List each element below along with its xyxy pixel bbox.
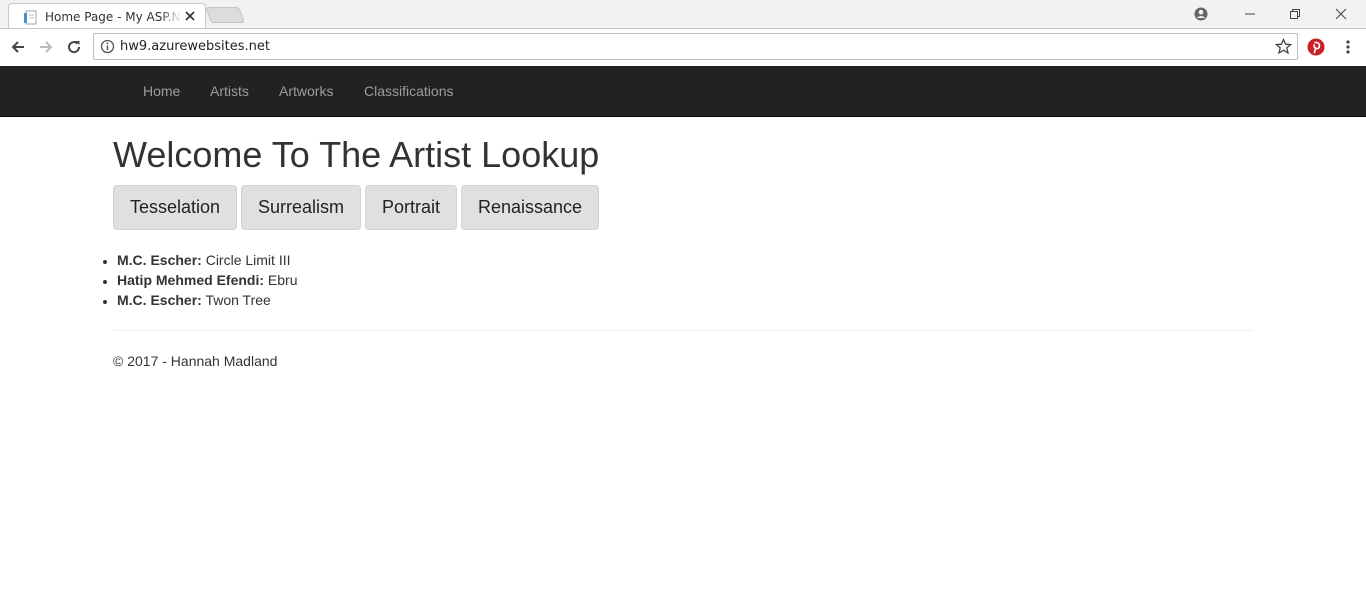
back-arrow-icon[interactable] [7, 36, 29, 58]
tab-title: Home Page - My ASP.NET Application [45, 10, 181, 24]
browser-toolbar: hw9.azurewebsites.net [0, 29, 1366, 66]
nav-link-home[interactable]: Home [143, 83, 180, 99]
minimize-icon[interactable] [1239, 4, 1261, 24]
artist-name: M.C. Escher: [117, 252, 202, 268]
new-tab-button[interactable] [205, 7, 245, 23]
site-navbar: Home Artists Artworks Classifications [0, 66, 1366, 117]
restore-icon[interactable] [1284, 4, 1306, 24]
close-window-icon[interactable] [1330, 4, 1352, 24]
nav-link-classifications[interactable]: Classifications [364, 83, 453, 99]
profile-icon[interactable] [1190, 4, 1212, 24]
page-icon [24, 10, 37, 25]
footer-divider [113, 330, 1253, 331]
url-text[interactable]: hw9.azurewebsites.net [120, 39, 270, 54]
reload-icon[interactable] [63, 36, 85, 58]
list-item: M.C. Escher: Circle Limit III [117, 250, 297, 270]
address-bar[interactable]: hw9.azurewebsites.net [93, 33, 1298, 60]
browser-tab[interactable]: Home Page - My ASP.NET Application [8, 3, 206, 29]
category-button-renaissance[interactable]: Renaissance [461, 185, 599, 230]
close-tab-icon[interactable] [183, 9, 197, 23]
list-item: M.C. Escher: Twon Tree [117, 290, 297, 310]
tab-strip: Home Page - My ASP.NET Application [0, 0, 1366, 29]
list-item: Hatip Mehmed Efendi: Ebru [117, 270, 297, 290]
bookmark-star-icon[interactable] [1275, 38, 1292, 55]
artist-name: M.C. Escher: [117, 292, 202, 308]
nav-link-artworks[interactable]: Artworks [279, 83, 333, 99]
category-button-tesselation[interactable]: Tesselation [113, 185, 237, 230]
artwork-title: Twon Tree [205, 292, 271, 308]
category-button-surrealism[interactable]: Surrealism [241, 185, 361, 230]
nav-link-artists[interactable]: Artists [210, 83, 249, 99]
artwork-list: M.C. Escher: Circle Limit III Hatip Mehm… [117, 250, 297, 310]
artwork-title: Ebru [267, 272, 298, 288]
pinterest-extension-icon[interactable] [1305, 36, 1327, 58]
page-title: Welcome To The Artist Lookup [113, 134, 600, 175]
footer-copyright: © 2017 - Hannah Madland [113, 353, 278, 369]
info-icon[interactable] [100, 39, 115, 54]
category-button-portrait[interactable]: Portrait [365, 185, 457, 230]
forward-arrow-icon[interactable] [35, 36, 57, 58]
menu-kebab-icon[interactable] [1337, 36, 1359, 58]
artist-name: Hatip Mehmed Efendi: [117, 272, 265, 288]
artwork-title: Circle Limit III [205, 252, 291, 268]
